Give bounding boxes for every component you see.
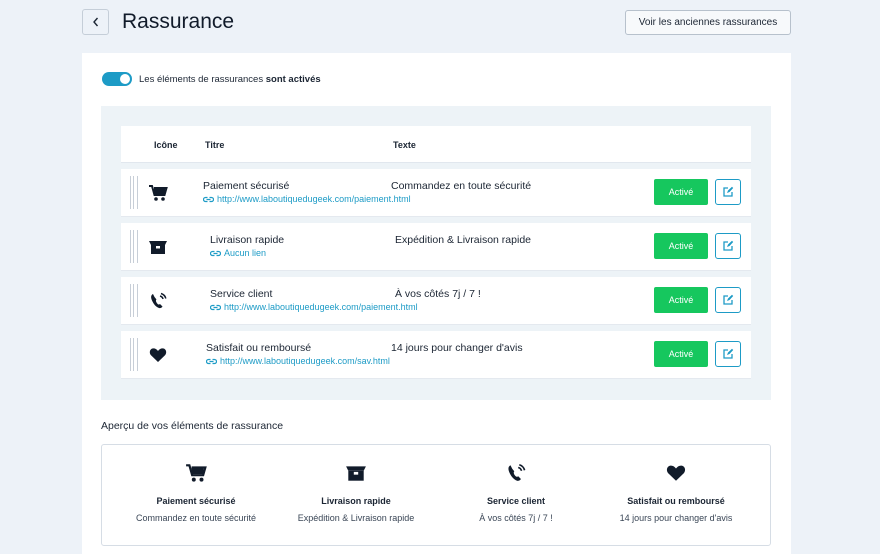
col-icon-header: Icône [154, 140, 178, 150]
phone-icon [505, 462, 527, 484]
row-title: Satisfait ou remboursé [206, 342, 312, 354]
preview-box: Paiement sécurisé Commandez en toute séc… [101, 444, 771, 546]
drag-handle[interactable] [130, 284, 138, 317]
row-title: Paiement sécurisé [203, 180, 290, 192]
table-row[interactable]: Service client http://www.laboutiqueduge… [121, 277, 751, 325]
col-title-header: Titre [205, 140, 225, 150]
link-icon [203, 196, 214, 202]
row-title: Livraison rapide [210, 234, 285, 246]
table-header: Icône Titre Texte [121, 126, 751, 163]
toggle-label-bold: sont activés [265, 73, 321, 85]
activation-toggle-row: Les éléments de rassurances sont activés [102, 72, 321, 86]
row-text: À vos côtés 7j / 7 ! [395, 288, 481, 300]
activation-toggle[interactable] [102, 72, 132, 86]
preview-item-title: Paiement sécurisé [156, 496, 236, 506]
toggle-knob [120, 74, 130, 84]
chevron-left-icon [92, 17, 98, 27]
preview-item: Service client À vos côtés 7j / 7 ! [431, 445, 601, 545]
status-active-button[interactable]: Activé [654, 179, 708, 205]
edit-icon [723, 294, 734, 305]
row-text: 14 jours pour changer d'avis [391, 342, 523, 354]
preview-item-title: Livraison rapide [321, 496, 391, 506]
edit-button[interactable] [715, 287, 741, 313]
edit-button[interactable] [715, 179, 741, 205]
edit-button[interactable] [715, 233, 741, 259]
drag-handle[interactable] [130, 230, 138, 263]
toggle-label-prefix: Les éléments de rassurances [139, 73, 264, 85]
col-text-header: Texte [393, 140, 416, 150]
drag-handle[interactable] [130, 338, 138, 371]
row-link[interactable]: Aucun lien [210, 248, 266, 258]
status-active-button[interactable]: Activé [654, 341, 708, 367]
status-active-button[interactable]: Activé [654, 287, 708, 313]
preview-item-title: Satisfait ou remboursé [627, 496, 725, 506]
preview-heading: Aperçu de vos éléments de rassurance [101, 420, 284, 432]
drag-handle[interactable] [130, 176, 138, 209]
cart-icon [185, 462, 207, 484]
preview-item-text: Commandez en toute sécurité [135, 513, 257, 523]
row-link-text: http://www.laboutiquedugeek.com/sav.html [220, 356, 390, 366]
edit-icon [723, 186, 734, 197]
row-link-text: http://www.laboutiquedugeek.com/paiement… [217, 194, 411, 204]
row-link[interactable]: http://www.laboutiquedugeek.com/paiement… [203, 194, 411, 204]
status-active-button[interactable]: Activé [654, 233, 708, 259]
toggle-label: Les éléments de rassurances sont activés [139, 74, 321, 85]
row-link-text: http://www.laboutiquedugeek.com/paiement… [224, 302, 418, 312]
box-icon [345, 462, 367, 484]
reassurance-table-panel: Icône Titre Texte Paiement sécurisé http… [101, 106, 771, 400]
edit-icon [723, 348, 734, 359]
main-card: Les éléments de rassurances sont activés… [82, 53, 791, 554]
preview-item: Livraison rapide Expédition & Livraison … [271, 445, 441, 545]
row-text: Commandez en toute sécurité [391, 180, 532, 192]
page-title: Rassurance [122, 10, 235, 33]
link-icon [210, 304, 221, 310]
row-title: Service client [210, 288, 273, 300]
link-icon [206, 358, 217, 364]
preview-item-text: Expédition & Livraison rapide [297, 513, 415, 523]
row-link[interactable]: http://www.laboutiquedugeek.com/paiement… [210, 302, 418, 312]
row-text: Expédition & Livraison rapide [395, 234, 531, 246]
box-icon [147, 237, 169, 257]
preview-item-text: 14 jours pour changer d'avis [619, 513, 733, 523]
table-row[interactable]: Livraison rapide Aucun lien Expédition &… [121, 223, 751, 271]
table-row[interactable]: Satisfait ou remboursé http://www.labout… [121, 331, 751, 379]
heart-icon [147, 345, 169, 365]
preview-item: Satisfait ou remboursé 14 jours pour cha… [591, 445, 761, 545]
preview-item-text: À vos côtés 7j / 7 ! [479, 513, 553, 523]
preview-item-title: Service client [486, 496, 546, 506]
row-link[interactable]: http://www.laboutiquedugeek.com/sav.html [206, 356, 390, 366]
edit-button[interactable] [715, 341, 741, 367]
edit-icon [723, 240, 734, 251]
heart-icon [665, 462, 687, 484]
old-reassurances-button[interactable]: Voir les anciennes rassurances [625, 10, 791, 35]
preview-item: Paiement sécurisé Commandez en toute séc… [111, 445, 281, 545]
row-link-text: Aucun lien [224, 248, 267, 258]
phone-icon [147, 291, 169, 311]
table-row[interactable]: Paiement sécurisé http://www.laboutiqued… [121, 169, 751, 217]
back-button[interactable] [82, 9, 109, 35]
cart-icon [147, 183, 169, 203]
link-icon [210, 250, 221, 256]
